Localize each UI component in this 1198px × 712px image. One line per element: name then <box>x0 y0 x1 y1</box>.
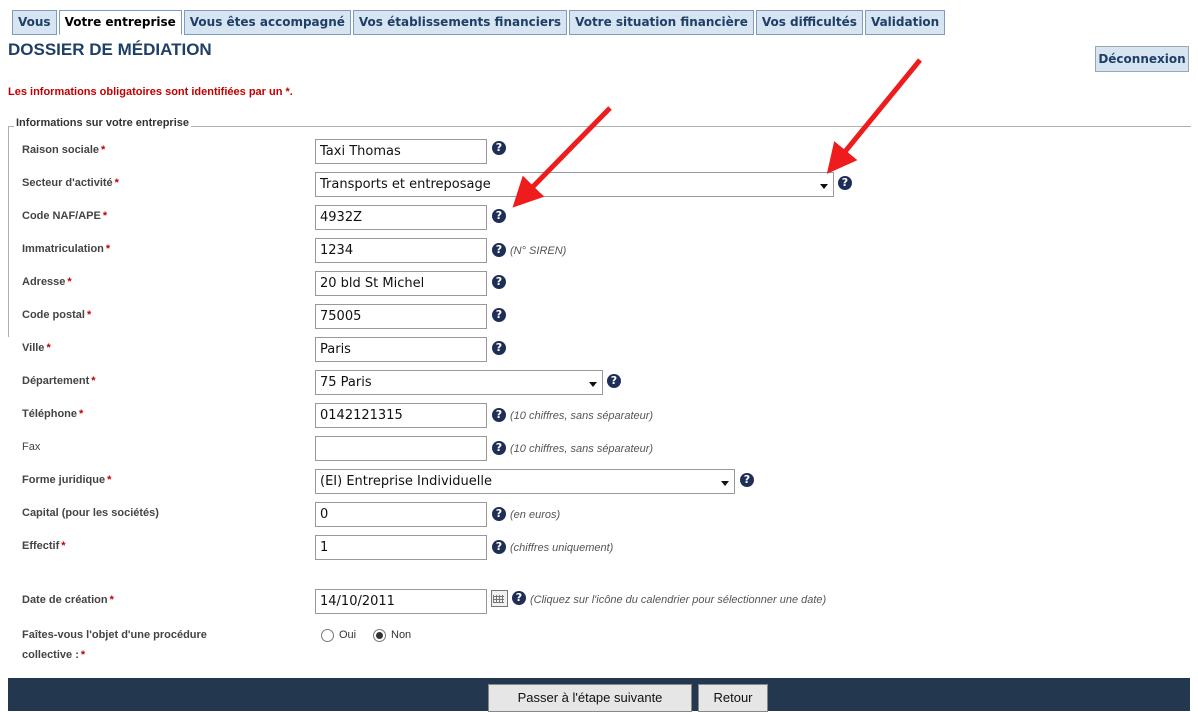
annotation-arrows <box>512 58 922 208</box>
annotation-arrow-secteur <box>826 58 922 174</box>
annotation-arrow-naf <box>512 106 612 208</box>
